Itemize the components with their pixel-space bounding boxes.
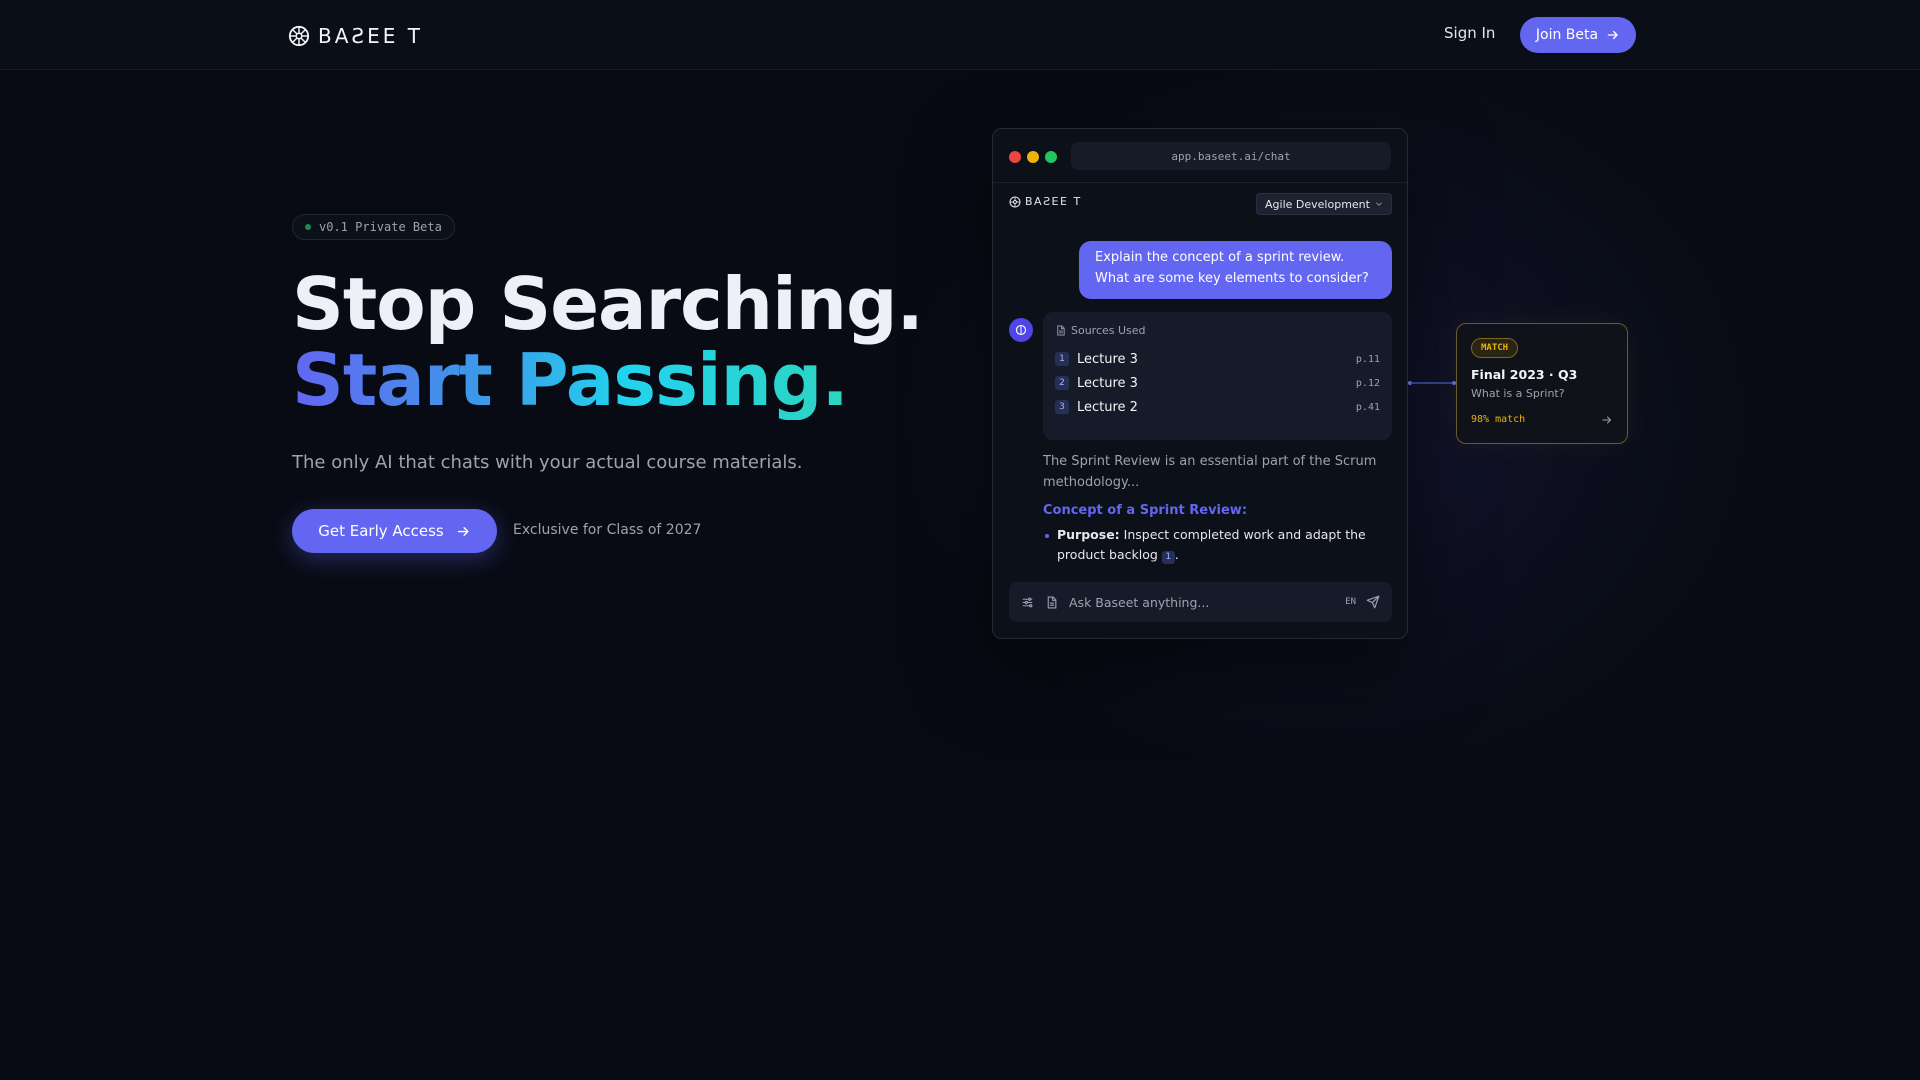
address-bar[interactable]: app.baseet.ai/chat: [1071, 142, 1391, 170]
arrow-right-icon: [1607, 30, 1618, 40]
file-icon[interactable]: [1045, 595, 1059, 609]
match-question: What is a Sprint?: [1471, 387, 1565, 400]
source-item[interactable]: 3 Lecture 2 p.41: [1055, 396, 1380, 418]
beta-badge-label: v0.1 Private Beta: [319, 220, 442, 234]
chat-input[interactable]: Ask Baseet anything...: [1069, 595, 1345, 610]
source-page: p.11: [1355, 353, 1380, 365]
assistant-answer-intro: The Sprint Review is an essential part o…: [1043, 454, 1377, 490]
bullet-label: Purpose:: [1057, 527, 1120, 542]
window-titlebar: app.baseet.ai/chat: [993, 129, 1407, 183]
brand-name: BAƧEE T: [318, 24, 423, 48]
app-brand: BAƧEE T: [1009, 195, 1082, 208]
aperture-icon: [1015, 324, 1027, 336]
user-message-line-1: Explain the concept of a sprint review.: [1095, 250, 1345, 265]
aperture-icon: [1009, 196, 1021, 207]
headline-line-2: Start Passing.: [292, 338, 849, 422]
bullet-marker: [1045, 534, 1049, 538]
exclusive-note: Exclusive for Class of 2027: [513, 522, 702, 538]
assistant-avatar: [1009, 318, 1033, 342]
match-title: Final 2023 · Q3: [1471, 367, 1578, 382]
cta-label: Get Early Access: [318, 522, 444, 540]
hero-subtitle: The only AI that chats with your actual …: [292, 452, 803, 473]
match-score: 98% match: [1471, 414, 1526, 425]
join-beta-button[interactable]: Join Beta: [1520, 17, 1636, 53]
headline-line-1: Stop Searching.: [292, 262, 924, 346]
user-message-line-2: What are some key elements to consider?: [1095, 271, 1369, 286]
close-dot: [1009, 151, 1021, 163]
source-name: Lecture 3: [1077, 351, 1138, 367]
bullet-end: .: [1174, 547, 1179, 562]
source-name: Lecture 3: [1077, 375, 1138, 391]
source-page: p.12: [1355, 377, 1380, 389]
arrow-right-icon: [1602, 416, 1611, 424]
app-preview-window: app.baseet.ai/chat BAƧEE T Agile Develop…: [992, 128, 1408, 639]
brand-logo[interactable]: BAƧEE T: [288, 24, 423, 48]
course-selector[interactable]: Agile Development: [1256, 193, 1392, 215]
course-selector-value: Agile Development: [1265, 197, 1370, 211]
source-number: 2: [1055, 376, 1069, 390]
get-early-access-button[interactable]: Get Early Access: [292, 509, 497, 553]
user-message-bubble: Explain the concept of a sprint review. …: [1079, 241, 1392, 299]
concept-heading: Concept of a Sprint Review:: [1043, 503, 1248, 518]
sources-heading: Sources Used: [1055, 324, 1146, 337]
sliders-icon[interactable]: [1021, 595, 1035, 609]
exam-match-card[interactable]: MATCH Final 2023 · Q3 What is a Sprint? …: [1456, 323, 1628, 444]
maximize-dot: [1045, 151, 1057, 163]
source-item[interactable]: 2 Lecture 3 p.12: [1055, 372, 1380, 394]
aperture-icon: [288, 25, 310, 47]
chevron-down-icon: [1376, 202, 1382, 206]
source-page: p.41: [1355, 401, 1380, 413]
source-item[interactable]: 1 Lecture 3 p.11: [1055, 348, 1380, 370]
source-number: 1: [1055, 352, 1069, 366]
top-nav: BAƧEE T Sign In Join Beta: [0, 0, 1920, 70]
minimize-dot: [1027, 151, 1039, 163]
sources-heading-label: Sources Used: [1071, 324, 1146, 337]
join-beta-label: Join Beta: [1535, 27, 1599, 43]
match-tag: MATCH: [1471, 338, 1519, 358]
app-brand-name: BAƧEE T: [1025, 195, 1082, 208]
source-name: Lecture 2: [1077, 399, 1138, 415]
language-toggle[interactable]: EN: [1345, 597, 1356, 607]
sources-panel: Sources Used 1 Lecture 3 p.11 2 Lecture …: [1043, 312, 1392, 440]
status-dot: [305, 224, 311, 230]
sign-in-link[interactable]: Sign In: [1444, 24, 1495, 42]
beta-badge: v0.1 Private Beta: [292, 214, 455, 240]
connector-line: [1408, 381, 1456, 385]
citation-chip[interactable]: 1: [1161, 551, 1175, 564]
answer-bullet: Purpose: Inspect completed work and adap…: [1043, 525, 1393, 565]
source-number: 3: [1055, 400, 1069, 414]
send-icon[interactable]: [1366, 595, 1380, 609]
document-icon: [1057, 325, 1065, 336]
arrow-right-icon: [457, 526, 469, 536]
chat-composer: Ask Baseet anything... EN: [1009, 582, 1392, 622]
